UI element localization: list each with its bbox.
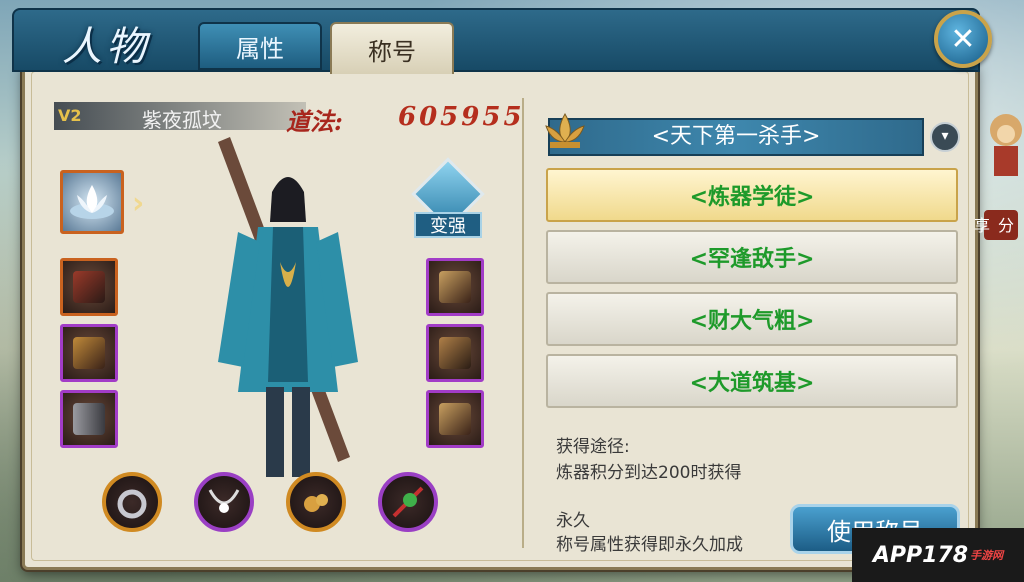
share-widget[interactable]: 分享 (971, 90, 1024, 240)
title-item-3[interactable]: <大道筑基> (546, 354, 958, 408)
belt-slot[interactable] (426, 390, 484, 448)
page-title: 人物 (62, 24, 150, 70)
character-panel: V2 紫夜孤坟 道法: 605955 › 变强 (38, 92, 528, 560)
crest-slot[interactable] (426, 258, 484, 316)
pendant-slot[interactable] (378, 472, 438, 532)
tab-titles[interactable]: 称号 (330, 22, 454, 74)
character-name: 紫夜孤坟 (142, 108, 222, 132)
title-item-0[interactable]: <炼器学徒> (546, 168, 958, 222)
amulet-icon (304, 494, 328, 512)
ring-slot[interactable] (102, 472, 162, 532)
strengthen-button[interactable]: 变强 (411, 157, 485, 240)
strengthen-label: 变强 (414, 212, 482, 238)
ring-icon (117, 489, 147, 519)
tab-attributes[interactable]: 属性 (198, 22, 322, 70)
watermark-logo: APP178 手游网 (852, 528, 1024, 582)
watermark-sub: 手游网 (970, 549, 1004, 562)
panel-divider (522, 98, 524, 548)
crest-icon (439, 271, 471, 303)
weapon-icon (73, 271, 105, 303)
jade-pendant-icon (392, 486, 424, 518)
duration-label: 永久 (556, 511, 590, 531)
chevron-down-icon: ▾ (941, 128, 949, 144)
close-icon: ✕ (950, 21, 976, 57)
title-list[interactable]: <炼器学徒> <罕逢敌手> <财大气粗> <大道筑基> (546, 168, 962, 412)
obtain-value: 炼器积分到达200时获得 (556, 463, 742, 483)
character-model (218, 137, 358, 477)
duration-value: 称号属性获得即永久加成 (556, 535, 743, 555)
belt-icon (439, 403, 471, 435)
title-filter-button[interactable]: ▾ (930, 122, 960, 152)
title-item-1[interactable]: <罕逢敌手> (546, 230, 958, 284)
armor-slot[interactable] (426, 324, 484, 382)
current-title: <天下第一杀手> (651, 124, 821, 149)
weapon-slot[interactable] (60, 258, 118, 316)
close-button[interactable]: ✕ (934, 10, 992, 68)
title-item-2[interactable]: <财大气粗> (546, 292, 958, 346)
armor-icon (439, 337, 471, 369)
titles-panel: <天下第一杀手> ▾ <炼器学徒> <罕逢敌手> <财大气粗> <大道筑基> 获… (545, 112, 966, 568)
boots-slot[interactable] (60, 390, 118, 448)
necklace-slot[interactable] (194, 472, 254, 532)
chevron-right-icon[interactable]: › (132, 186, 154, 221)
obtain-label: 获得途径: (556, 437, 630, 457)
helmet-slot[interactable] (60, 324, 118, 382)
lotus-title-slot[interactable] (60, 170, 124, 234)
header-bar: 人物 (12, 8, 980, 72)
current-title-banner: <天下第一杀手> (548, 118, 924, 156)
share-label: 分享 (971, 210, 1018, 240)
lotus-icon (70, 185, 114, 219)
lotus-emblem-icon (545, 113, 585, 148)
daofa-value: 605955 (398, 102, 525, 132)
boots-icon (73, 403, 105, 435)
necklace-icon (208, 489, 240, 513)
helmet-icon (73, 337, 105, 369)
monkey-mascot-icon (990, 114, 1022, 176)
vip-level: V2 (58, 106, 82, 125)
amulet-slot[interactable] (286, 472, 346, 532)
watermark-text: APP178 (872, 542, 969, 568)
